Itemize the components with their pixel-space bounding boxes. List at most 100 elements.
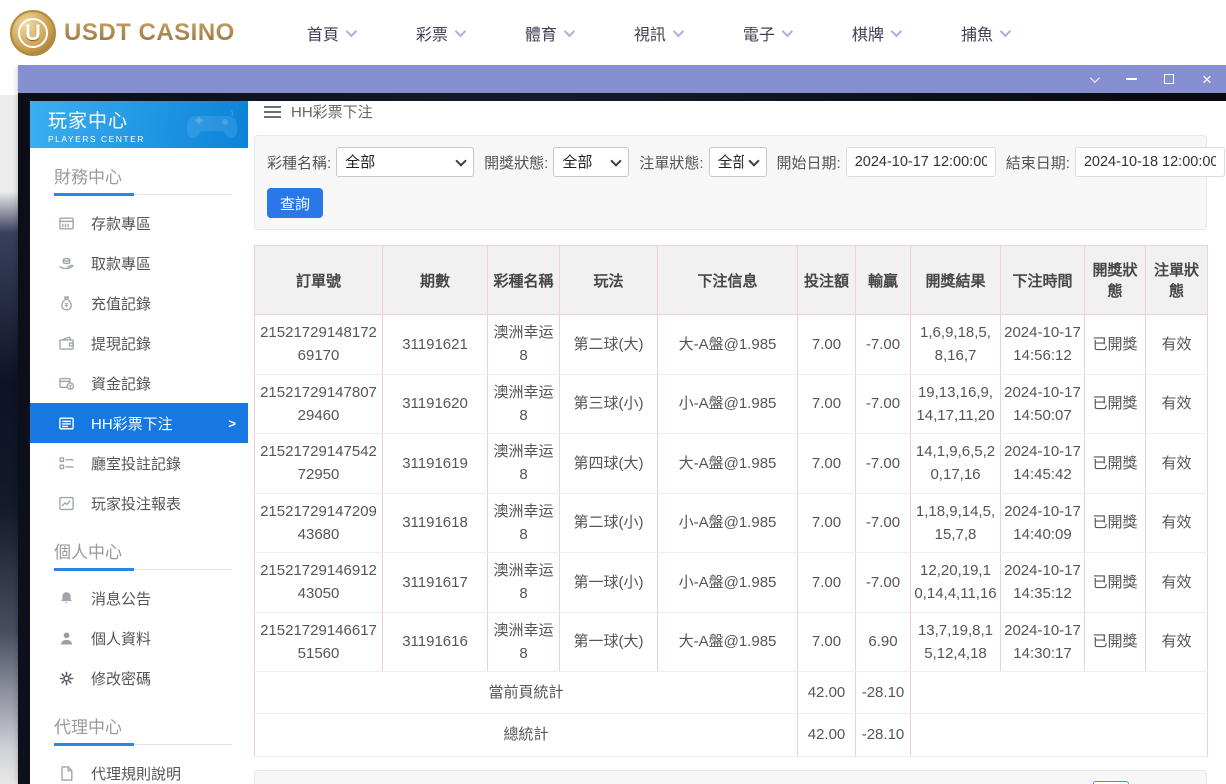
search-button[interactable]: 查詢: [267, 188, 323, 218]
table-cell: 第三球(小): [560, 374, 658, 434]
table-cell: 2152172914720943680: [255, 493, 383, 553]
table-cell: 19,13,16,9,14,17,11,20: [911, 374, 1001, 434]
nav-item-1[interactable]: 首頁: [307, 21, 354, 45]
sidebar: 玩家中心 PLAYERS CENTER 財務中心存款專區取款專區充值記錄提現記錄…: [30, 101, 248, 784]
chevron-down-icon: [891, 25, 902, 36]
nav-item-label: 棋牌: [852, 21, 884, 45]
table-cell: -7.00: [856, 374, 911, 434]
start-date-input[interactable]: [846, 147, 996, 177]
draw-status-select[interactable]: 全部: [553, 147, 629, 177]
column-header: 玩法: [560, 246, 658, 315]
app-window: × 玩家中心 PLAYERS CENTER: [18, 65, 1226, 784]
nav-item-3[interactable]: 體育: [525, 21, 572, 45]
window-menu-chevron-icon[interactable]: [1086, 72, 1100, 86]
window-body: 玩家中心 PLAYERS CENTER 財務中心存款專區取款專區充值記錄提現記錄…: [18, 93, 1226, 784]
summary-winloss-total: -28.10: [856, 714, 911, 756]
sidebar-section-title: 財務中心: [54, 163, 248, 188]
table-cell: 7.00: [798, 612, 856, 672]
sidebar-item[interactable]: 代理規則說明: [30, 753, 248, 784]
table-cell: 2024-10-17 14:40:09: [1001, 493, 1085, 553]
table-cell: 澳洲幸运8: [488, 315, 560, 375]
page-background-strip: [0, 95, 18, 784]
draw-status-filter-label: 開獎狀態:: [484, 152, 548, 173]
summary-winloss-total: -28.10: [856, 672, 911, 714]
report-chart-icon: [58, 495, 75, 512]
table-cell: 已開獎: [1085, 374, 1146, 434]
end-date-input[interactable]: [1075, 147, 1225, 177]
person-icon: [58, 630, 75, 647]
sidebar-item[interactable]: 資金記錄: [30, 363, 248, 403]
column-header: 下注時間: [1001, 246, 1085, 315]
sidebar-item[interactable]: 消息公告: [30, 578, 248, 618]
money-bag-icon: [58, 295, 75, 312]
table-cell: 2152172914817269170: [255, 315, 383, 375]
funds-record-icon: [58, 375, 75, 392]
table-cell: 2152172914754272950: [255, 434, 383, 494]
sidebar-item[interactable]: 存款專區: [30, 203, 248, 243]
nav-item-7[interactable]: 捕魚: [961, 21, 1008, 45]
nav-item-6[interactable]: 棋牌: [852, 21, 899, 45]
order-status-select[interactable]: 全部: [709, 147, 767, 177]
column-header: 彩種名稱: [488, 246, 560, 315]
nav-item-label: 捕魚: [961, 21, 993, 45]
table-cell: 澳洲幸运8: [488, 612, 560, 672]
window-minimize-icon[interactable]: [1124, 72, 1138, 86]
page: U USDT CASINO 首頁 彩票 體育 視訊 電子 棋牌 捕魚 × 玩家中心 PLAY…: [0, 0, 1226, 784]
column-header: 下注信息: [658, 246, 798, 315]
summary-label: 當前頁統計: [255, 672, 798, 714]
table-cell: 2024-10-17 14:45:42: [1001, 434, 1085, 494]
hamburger-icon[interactable]: [264, 106, 281, 118]
window-close-icon[interactable]: ×: [1200, 72, 1214, 86]
chevron-down-icon: [1000, 25, 1011, 36]
nav-item-2[interactable]: 彩票: [416, 21, 463, 45]
table-cell: 有效: [1146, 493, 1208, 553]
column-header: 投注額: [798, 246, 856, 315]
column-header: 開獎結果: [911, 246, 1001, 315]
sidebar-title: 玩家中心: [48, 106, 145, 133]
section-underline: [54, 744, 232, 745]
sidebar-item[interactable]: HH彩票下注>: [30, 403, 248, 443]
sidebar-item[interactable]: 玩家投注報表: [30, 483, 248, 523]
sidebar-item-label: 個人資料: [91, 628, 151, 649]
chevron-down-icon: [673, 25, 684, 36]
nav-item-4[interactable]: 視訊: [634, 21, 681, 45]
withdraw-hand-icon: [58, 255, 75, 272]
table-cell: 7.00: [798, 315, 856, 375]
nav-item-5[interactable]: 電子: [743, 21, 790, 45]
sidebar-item[interactable]: 提現記錄: [30, 323, 248, 363]
document-icon: [58, 765, 75, 782]
table-cell: 6.90: [856, 612, 911, 672]
bets-table: 訂單號期數彩種名稱玩法下注信息投注額輸贏開獎結果下注時間開獎狀態注單狀態 215…: [254, 245, 1208, 757]
sidebar-item-label: 玩家投注報表: [91, 493, 181, 514]
lottery-filter-label: 彩種名稱:: [267, 152, 331, 173]
table-cell: 已開獎: [1085, 434, 1146, 494]
sidebar-item[interactable]: 取款專區: [30, 243, 248, 283]
table-cell: 澳洲幸运8: [488, 374, 560, 434]
sidebar-item[interactable]: 修改密碼: [30, 658, 248, 698]
table-cell: 第二球(大): [560, 315, 658, 375]
table-cell: 大-A盤@1.985: [658, 315, 798, 375]
end-date-label: 結束日期:: [1006, 152, 1070, 173]
table-cell: 有效: [1146, 434, 1208, 494]
table-cell: 12,20,19,10,14,4,11,16: [911, 553, 1001, 613]
table-cell: 大-A盤@1.985: [658, 434, 798, 494]
top-nav: U USDT CASINO 首頁 彩票 體育 視訊 電子 棋牌 捕魚: [0, 0, 1226, 65]
table-cell: 已開獎: [1085, 315, 1146, 375]
table-cell: 2024-10-17 14:30:17: [1001, 612, 1085, 672]
sidebar-item[interactable]: 充值記錄: [30, 283, 248, 323]
window-maximize-icon[interactable]: [1162, 72, 1176, 86]
start-date-label: 開始日期:: [777, 152, 841, 173]
lottery-select[interactable]: 全部: [336, 147, 474, 177]
sidebar-item[interactable]: 個人資料: [30, 618, 248, 658]
table-cell: 小-A盤@1.985: [658, 553, 798, 613]
table-cell: 1,18,9,14,5,15,7,8: [911, 493, 1001, 553]
table-cell: 2024-10-17 14:50:07: [1001, 374, 1085, 434]
table-cell: 有效: [1146, 612, 1208, 672]
table-cell: 有效: [1146, 315, 1208, 375]
logo[interactable]: U USDT CASINO: [10, 10, 235, 56]
chevron-down-icon: [455, 25, 466, 36]
table-cell: 澳洲幸运8: [488, 553, 560, 613]
sidebar-item[interactable]: 廳室投註記錄: [30, 443, 248, 483]
gamepad-icon: [186, 108, 238, 142]
table-cell: 31191620: [383, 374, 488, 434]
